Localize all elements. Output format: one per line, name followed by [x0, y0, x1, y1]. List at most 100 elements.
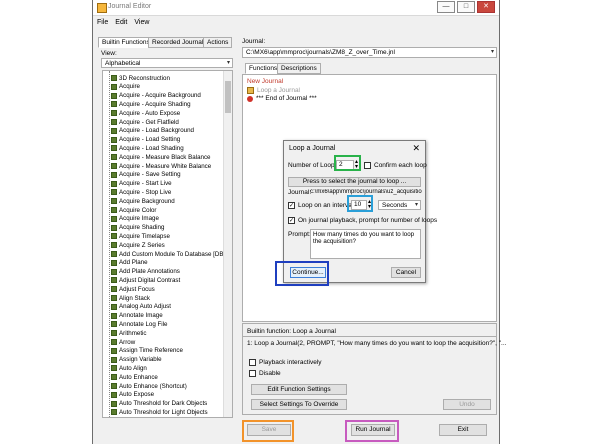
disable-label: Disable [259, 370, 281, 377]
select-settings-override-button[interactable]: Select Settings To Override [251, 399, 347, 410]
function-list-item[interactable]: Acquire Image [111, 215, 159, 223]
function-list-item[interactable]: Acquire - Auto Expose [111, 109, 180, 117]
checkbox-box [364, 162, 371, 169]
function-icon [111, 259, 117, 266]
exit-button[interactable]: Exit [439, 424, 487, 436]
function-list-item[interactable]: Acquire - Load Setting [111, 136, 180, 144]
journal-item-end[interactable]: *** End of Journal *** [247, 95, 317, 102]
function-icon [111, 92, 117, 99]
number-of-loop-highlight [334, 155, 361, 171]
function-list-item[interactable]: Acquire [111, 83, 140, 91]
function-list-item[interactable]: Adjust Digital Contrast [111, 276, 180, 284]
function-list-item[interactable]: Annotate Image [111, 312, 163, 320]
function-list-item[interactable]: Acquire - Measure White Balance [111, 162, 211, 170]
tab-actions[interactable]: Actions [203, 37, 233, 48]
function-label: Acquire - Measure Black Balance [119, 153, 211, 161]
function-list-scrollbar[interactable] [223, 71, 232, 417]
minimize-button[interactable]: — [437, 1, 455, 13]
interval-unit-select[interactable]: Seconds ▾ [378, 200, 421, 210]
journal-item-new[interactable]: New Journal [247, 78, 283, 85]
close-icon[interactable]: ✕ [412, 143, 420, 154]
function-icon [111, 374, 117, 381]
function-icon [111, 303, 117, 310]
interval-highlight [347, 195, 373, 212]
tab-recorded-journals[interactable]: Recorded Journals [148, 37, 211, 48]
select-journal-button[interactable]: Press to select the journal to loop ... [288, 177, 421, 187]
function-list-item[interactable]: Auto Threshold for Dark Objects [111, 400, 207, 408]
scroll-thumb[interactable] [225, 81, 231, 113]
function-list-item[interactable]: Annotate Log File [111, 320, 168, 328]
prompt-on-playback-checkbox[interactable]: ✓ On journal playback, prompt for number… [288, 217, 437, 224]
function-label: Acquire Shading [119, 224, 165, 232]
menu-edit[interactable]: Edit [115, 19, 127, 26]
function-list-item[interactable]: Acquire - Save Setting [111, 171, 181, 179]
function-list-item[interactable]: Acquire Shading [111, 224, 164, 232]
confirm-each-loop-label: Confirm each loop [374, 162, 427, 169]
playback-interactively-checkbox[interactable]: Playback interactively [249, 359, 322, 366]
function-list-item[interactable]: Add Custom Module To Database [DB [111, 250, 223, 258]
tab-functions[interactable]: Functions [245, 63, 282, 74]
function-list-item[interactable]: Add Plane [111, 259, 148, 267]
menu-view[interactable]: View [134, 19, 149, 26]
function-list-item[interactable]: Analog Auto Adjust [111, 303, 171, 311]
undo-button[interactable]: Undo [443, 399, 491, 410]
function-label: Add Plate Annotations [119, 268, 180, 276]
function-icon [111, 233, 117, 240]
function-icon [111, 295, 117, 301]
function-icon [111, 339, 117, 345]
close-button[interactable]: ✕ [477, 1, 495, 13]
function-icon [111, 347, 117, 354]
function-label: Acquire - Save Setting [119, 171, 181, 179]
function-list-item[interactable]: Add Plate Annotations [111, 268, 180, 276]
function-list-item[interactable]: Auto Enhance [111, 373, 158, 381]
function-label: Acquire Color [119, 206, 157, 214]
function-icon [111, 110, 117, 117]
function-label: Assign Variable [119, 356, 162, 364]
function-list-item[interactable]: Align Stack [111, 294, 150, 302]
function-list-item[interactable]: Acquire Background [111, 197, 175, 205]
maximize-button[interactable]: □ [457, 1, 475, 13]
menu-file[interactable]: File [97, 19, 108, 26]
confirm-each-loop-checkbox[interactable]: Confirm each loop [364, 162, 427, 169]
loop-interval-checkbox[interactable]: ✓ Loop on an interva [288, 202, 352, 209]
function-list-item[interactable]: Acquire Z Series [111, 241, 165, 249]
interval-unit-value: Seconds [382, 202, 408, 209]
function-list-item[interactable]: Auto Align [111, 364, 147, 372]
function-list-item[interactable]: Acquire Timelapse [111, 232, 170, 240]
function-list-item[interactable]: Assign Variable [111, 356, 162, 364]
prompt-textarea[interactable]: How many times do you want to loop the a… [310, 229, 421, 259]
function-list-item[interactable]: Auto Threshold for Light Objects [111, 408, 208, 416]
function-list-item[interactable]: Auto Expose [111, 391, 154, 399]
function-list-item[interactable]: Acquire - Acquire Background [111, 92, 201, 100]
function-list-item[interactable]: Acquire - Load Shading [111, 144, 184, 152]
function-label: Acquire - Load Shading [119, 144, 184, 152]
function-list-item[interactable]: Acquire - Start Live [111, 180, 172, 188]
function-list-item[interactable]: 3D Reconstruction [111, 74, 170, 82]
function-list-item[interactable]: Acquire - Stop Live [111, 188, 171, 196]
journal-item-loop[interactable]: Loop a Journal [247, 86, 492, 94]
function-icon [111, 119, 117, 125]
edit-function-settings-button[interactable]: Edit Function Settings [251, 384, 347, 395]
function-list-item[interactable]: Assign Time Reference [111, 347, 183, 355]
tab-builtin-functions[interactable]: Builtin Functions [98, 37, 154, 48]
disable-checkbox[interactable]: Disable [249, 370, 281, 377]
function-list-item[interactable]: Acquire - Load Background [111, 127, 194, 135]
cancel-button[interactable]: Cancel [391, 267, 421, 278]
function-list-item[interactable]: Adjust Focus [111, 285, 155, 293]
function-list-item[interactable]: Acquire - Measure Black Balance [111, 153, 210, 161]
function-icon [111, 75, 117, 81]
journal-path-select[interactable]: C:\MX6\app\mmproc\journals\ZM8_Z_over_Ti… [242, 47, 497, 58]
function-label: Acquire [119, 83, 140, 91]
function-list-item[interactable]: Arrow [111, 338, 135, 346]
function-list[interactable]: 3D Reconstruction Acquire Acquire - Acquir… [102, 70, 233, 418]
view-select[interactable]: Alphabetical ▾ [101, 58, 233, 68]
function-list-item[interactable]: Auto Enhance (Shortcut) [111, 382, 187, 390]
function-icon [111, 409, 117, 416]
function-list-item[interactable]: Acquire Color [111, 206, 157, 214]
tab-descriptions[interactable]: Descriptions [277, 63, 321, 74]
function-icon [111, 198, 117, 205]
function-list-item[interactable]: Acquire - Acquire Shading [111, 100, 191, 108]
loop-icon [247, 86, 254, 94]
function-list-item[interactable]: Acquire - Get Flatfield [111, 118, 179, 126]
function-list-item[interactable]: Arithmetic [111, 329, 147, 337]
